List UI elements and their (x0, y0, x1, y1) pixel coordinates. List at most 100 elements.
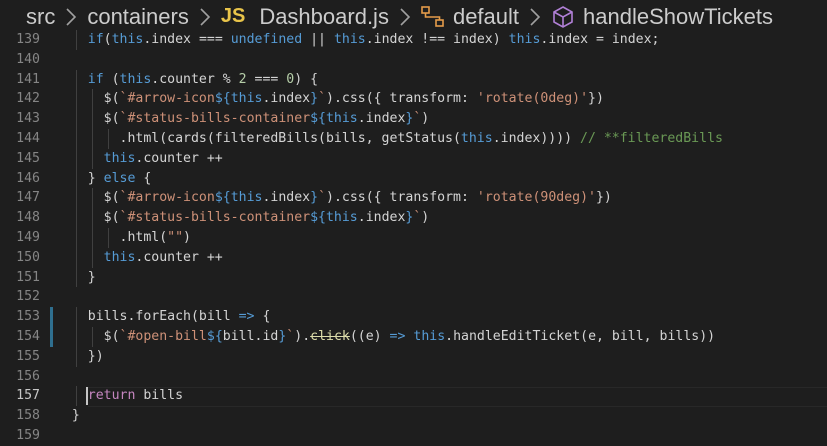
line-number[interactable]: 159 (0, 426, 40, 446)
code-token: if (87, 32, 104, 47)
line-number[interactable]: 150 (0, 248, 40, 268)
git-modified-marker (50, 307, 53, 327)
code-token: `#arrow-icon (119, 190, 215, 206)
code-text: this.counter ++ (104, 149, 223, 169)
breadcrumb-method-label: handleShowTickets (583, 3, 773, 29)
code-line[interactable]: 148 $(`#status-bills-container${this.inde… (0, 208, 827, 228)
line-number[interactable]: 153 (0, 307, 40, 327)
code-line[interactable]: 146} else { (0, 169, 827, 189)
code-line[interactable]: 139 if(this.index === undefined || this.i… (0, 30, 827, 50)
code-token: click (310, 329, 350, 344)
code-line[interactable]: 141 if (this.counter % 2 === 0) { (0, 70, 827, 90)
line-number[interactable]: 145 (0, 149, 40, 169)
code-text: if (this.counter % 2 === 0) { (88, 70, 318, 90)
indent-guide (75, 208, 77, 228)
line-number[interactable]: 151 (0, 268, 40, 288)
code-token: $( (103, 329, 120, 344)
code-line[interactable]: 158} (0, 406, 827, 426)
code-token: !== (421, 32, 454, 47)
code-text: .html("") (120, 228, 191, 248)
chevron-right-icon (65, 7, 77, 27)
code-token: === (246, 71, 287, 87)
code-token: ) (421, 111, 430, 127)
indent-guide (75, 69, 77, 90)
code-token: .index (357, 210, 406, 226)
code-token: else (103, 170, 136, 186)
code-token: .index (262, 91, 311, 107)
line-number[interactable]: 141 (0, 70, 40, 90)
line-number[interactable]: 146 (0, 169, 40, 189)
line-number[interactable]: 142 (0, 89, 40, 109)
code-text: } (72, 406, 80, 426)
code-text: if(this.index === undefined || this.inde… (88, 30, 660, 50)
breadcrumb-method[interactable]: handleShowTickets (551, 4, 773, 30)
code-token: 'rotate(90deg)' (476, 190, 596, 206)
code-line[interactable]: 140 (0, 50, 827, 70)
indent-guide (91, 327, 93, 347)
indent-guide (75, 188, 77, 209)
code-token: { (254, 309, 271, 325)
breadcrumb-default[interactable]: default (421, 4, 519, 30)
code-line[interactable]: 156 (0, 367, 827, 387)
line-number[interactable]: 147 (0, 188, 40, 208)
line-number[interactable]: 143 (0, 109, 40, 129)
code-token: $( (103, 210, 120, 226)
code-line[interactable]: 154 $(`#open-bill${bill.id}`).click((e) =… (0, 327, 827, 347)
line-number[interactable]: 140 (0, 50, 40, 70)
code-line[interactable]: 149 .html("") (0, 228, 827, 248)
code-editor[interactable]: 139 if(this.index === undefined || this.i… (0, 30, 827, 443)
code-line[interactable]: 150 this.counter ++ (0, 248, 827, 268)
code-token: ).css({ transform: (326, 91, 477, 107)
code-token: this (119, 71, 152, 87)
code-line[interactable]: 145 this.counter ++ (0, 149, 827, 169)
code-token: // **filteredBills (580, 131, 723, 146)
line-number[interactable]: 144 (0, 129, 40, 149)
code-token: bills.forEach(bill (87, 309, 239, 325)
code-line[interactable]: 159 (0, 426, 827, 446)
breadcrumb-file-label: Dashboard.js (259, 3, 389, 29)
code-line[interactable]: 147 $(`#arrow-icon${this.index}`).css({ t… (0, 188, 827, 208)
line-number[interactable]: 154 (0, 327, 40, 347)
code-line[interactable]: 144 .html(cards(filteredBills(bills, getS… (0, 129, 827, 149)
code-line[interactable]: 152 (0, 287, 827, 307)
breadcrumb: src containers JS Dashboard.js default h… (0, 0, 827, 33)
code-text: } (88, 268, 96, 288)
line-number[interactable]: 139 (0, 30, 40, 50)
code-line[interactable]: 157 return bills (0, 386, 827, 406)
code-line[interactable]: 143 $(`#status-bills-container${this.inde… (0, 109, 827, 129)
code-line[interactable]: 155}) (0, 347, 827, 367)
indent-guide (91, 247, 93, 268)
symbol-namespace-icon (421, 5, 445, 28)
code-token: ) { (294, 71, 319, 87)
code-line[interactable]: 142 $(`#arrow-icon${this.index}`).css({ t… (0, 89, 827, 109)
code-token: .index (357, 111, 406, 127)
line-number[interactable]: 158 (0, 406, 40, 426)
line-number[interactable]: 149 (0, 228, 40, 248)
git-modified-marker (50, 327, 53, 347)
breadcrumb-file[interactable]: JS Dashboard.js (221, 4, 389, 30)
indent-guide (75, 386, 77, 407)
code-token: bills (135, 388, 184, 404)
code-token: this (111, 32, 144, 47)
code-token: === (198, 32, 231, 47)
indent-guide (75, 247, 77, 268)
code-line[interactable]: 151} (0, 268, 827, 288)
line-number[interactable]: 152 (0, 287, 40, 307)
code-token: .index = index; (540, 32, 660, 47)
chevron-right-icon (199, 7, 211, 27)
breadcrumb-containers[interactable]: containers (87, 4, 189, 30)
indent-guide (75, 307, 77, 327)
line-number[interactable]: 148 (0, 208, 40, 228)
code-text: }) (88, 347, 104, 367)
indent-guide (107, 228, 109, 248)
code-token: ${ (310, 111, 326, 127)
line-number[interactable]: 156 (0, 367, 40, 387)
line-number[interactable]: 155 (0, 347, 40, 367)
line-number[interactable]: 157 (0, 386, 40, 406)
breadcrumb-src[interactable]: src (26, 4, 55, 30)
code-token: .html( (119, 230, 168, 245)
code-token: => (389, 329, 406, 344)
code-line[interactable]: 153 bills.forEach(bill => { (0, 307, 827, 327)
code-token: 'rotate(0deg)' (476, 91, 589, 107)
code-text: $(`#open-bill${bill.id}`).click((e) => t… (104, 327, 715, 347)
